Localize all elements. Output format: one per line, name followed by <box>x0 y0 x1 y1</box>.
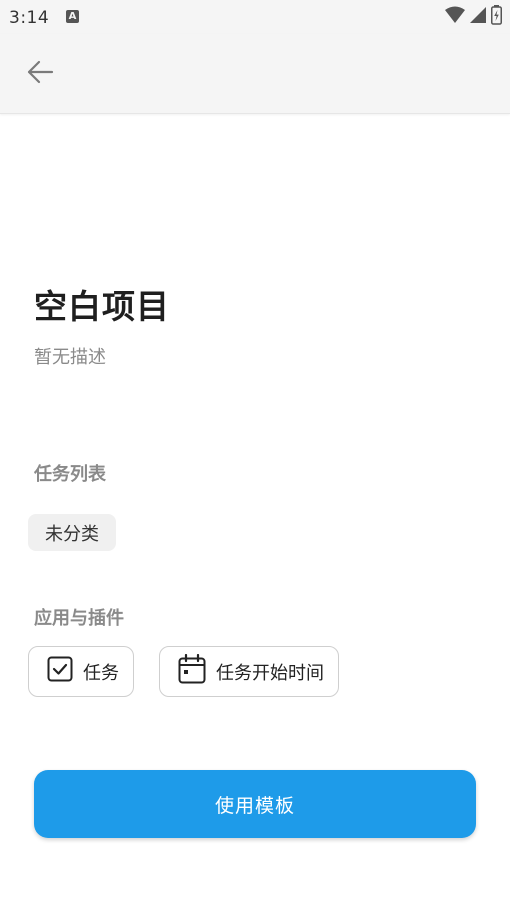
use-template-button-label: 使用模板 <box>214 794 295 817</box>
plugins-section-label: 应用与插件 <box>34 608 124 629</box>
status-time: 3:14 <box>9 8 50 28</box>
checkbox-icon <box>47 656 73 687</box>
task-list-section-label: 任务列表 <box>34 464 106 485</box>
plugin-chip-task-label: 任务 <box>83 662 119 684</box>
plugin-chip-task[interactable]: 任务 <box>28 646 134 697</box>
system-icons <box>445 5 502 29</box>
arrow-left-icon <box>26 60 54 88</box>
template-title: 空白项目 <box>34 287 170 326</box>
notification-icon: A <box>66 10 79 23</box>
status-bar: 3:14 A <box>0 0 510 34</box>
back-button[interactable] <box>20 58 60 90</box>
plugin-chip-start-time-label: 任务开始时间 <box>216 662 324 684</box>
plugin-chip-start-time[interactable]: 任务开始时间 <box>159 646 339 697</box>
signal-icon <box>469 6 487 28</box>
task-list-chip-label: 未分类 <box>45 523 99 545</box>
calendar-icon <box>178 653 206 689</box>
template-description: 暂无描述 <box>34 347 106 368</box>
app-bar <box>0 34 510 114</box>
use-template-button[interactable]: 使用模板 <box>34 770 476 838</box>
task-list-chip: 未分类 <box>28 514 116 551</box>
battery-icon <box>491 5 502 29</box>
wifi-icon <box>445 6 465 28</box>
